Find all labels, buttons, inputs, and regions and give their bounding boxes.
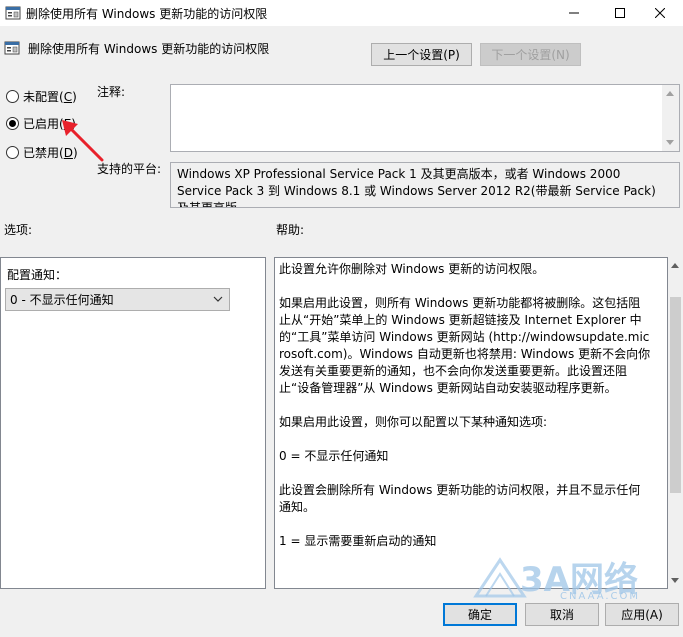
help-panel: 此设置允许你删除对 Windows 更新的访问权限。 如果启用此设置，则所有 W… xyxy=(274,257,668,589)
ok-button[interactable]: 确定 xyxy=(443,603,517,626)
minimize-icon xyxy=(569,12,579,14)
scroll-down-icon[interactable] xyxy=(666,140,674,145)
help-paragraph: 0 = 不显示任何通知 xyxy=(279,449,389,463)
chevron-down-icon xyxy=(213,296,223,302)
comment-textarea[interactable] xyxy=(170,84,680,152)
next-setting-button[interactable]: 下一个设置(N) xyxy=(480,43,581,66)
minimize-button[interactable] xyxy=(551,0,597,26)
radio-circle[interactable] xyxy=(6,90,19,103)
platform-text: Windows XP Professional Service Pack 1 及… xyxy=(170,162,680,208)
close-button[interactable] xyxy=(637,0,683,26)
platform-label: 支持的平台: xyxy=(97,162,162,176)
notification-dropdown[interactable]: 0 - 不显示任何通知 xyxy=(5,288,230,311)
radio-circle-checked[interactable] xyxy=(6,117,19,130)
watermark-subtext: CNAAA.COM xyxy=(560,591,641,602)
radio-circle[interactable] xyxy=(6,146,19,159)
previous-setting-button[interactable]: 上一个设置(P) xyxy=(371,43,472,66)
help-label: 帮助: xyxy=(276,223,305,237)
help-scrollbar[interactable] xyxy=(668,257,683,589)
title-bar: 删除使用所有 Windows 更新功能的访问权限 xyxy=(0,0,683,26)
help-paragraph: 此设置允许你删除对 Windows 更新的访问权限。 xyxy=(279,262,545,276)
scroll-up-icon[interactable] xyxy=(666,91,674,96)
comment-scrollbar[interactable] xyxy=(662,85,679,151)
radio-label-not-configured: 未配置(C) xyxy=(23,90,77,104)
config-notification-label: 配置通知： xyxy=(7,268,68,282)
help-paragraph: 如果启用此设置，则所有 Windows 更新功能都将被删除。这包括阻止从“开始”… xyxy=(279,296,651,395)
help-paragraph: 如果启用此设置，则你可以配置以下某种通知选项: xyxy=(279,415,548,429)
policy-setting-icon xyxy=(4,41,20,55)
policy-settings-icon xyxy=(5,6,21,20)
cancel-button[interactable]: 取消 xyxy=(525,603,599,626)
apply-button[interactable]: 应用(A) xyxy=(605,603,679,626)
policy-title: 删除使用所有 Windows 更新功能的访问权限 xyxy=(28,42,270,56)
comment-label: 注释: xyxy=(97,85,126,99)
scroll-up-icon[interactable] xyxy=(671,263,679,268)
close-icon xyxy=(655,8,665,18)
scroll-down-icon[interactable] xyxy=(671,578,679,583)
maximize-icon xyxy=(615,8,625,18)
options-label: 选项: xyxy=(4,223,33,237)
options-panel: 配置通知： 0 - 不显示任何通知 xyxy=(0,257,266,589)
dropdown-value: 0 - 不显示任何通知 xyxy=(10,293,114,307)
help-paragraph: 1 = 显示需要重新启动的通知 xyxy=(279,534,437,548)
radio-not-configured[interactable]: 未配置(C) xyxy=(6,88,77,105)
window-title: 删除使用所有 Windows 更新功能的访问权限 xyxy=(26,7,268,21)
help-text: 此设置允许你删除对 Windows 更新的访问权限。 如果启用此设置，则所有 W… xyxy=(279,261,651,567)
help-paragraph: 此设置会删除所有 Windows 更新功能的访问权限，并且不显示任何通知。 xyxy=(279,483,641,514)
scroll-thumb[interactable] xyxy=(670,297,681,493)
